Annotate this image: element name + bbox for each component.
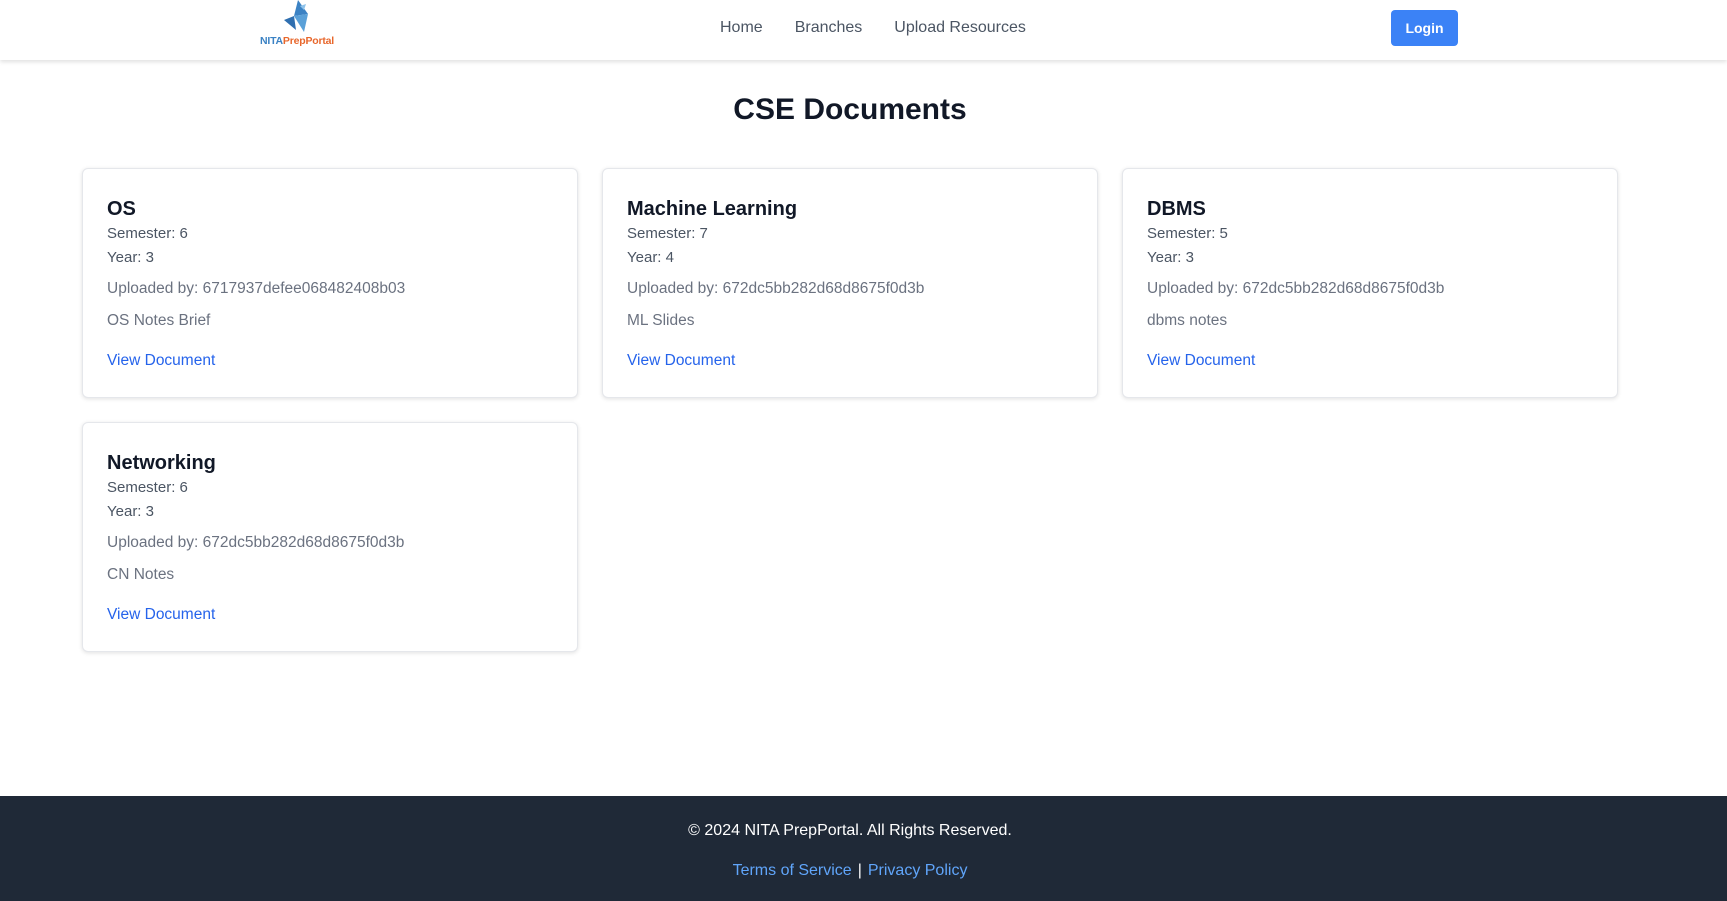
document-description: dbms notes xyxy=(1147,312,1228,329)
document-year: Year: 3 xyxy=(107,249,154,266)
terms-of-service-link[interactable]: Terms of Service xyxy=(733,862,852,879)
footer-link-separator: | xyxy=(857,862,862,879)
nav-upload-resources-link[interactable]: Upload Resources xyxy=(894,19,1026,37)
document-description: ML Slides xyxy=(627,312,695,329)
document-title: OS xyxy=(107,198,136,220)
documents-grid: OS Semester: 6 Year: 3 Uploaded by: 6717… xyxy=(82,168,1622,652)
document-year: Year: 3 xyxy=(1147,249,1194,266)
document-semester: Semester: 6 xyxy=(107,225,188,242)
document-semester: Semester: 6 xyxy=(107,479,188,496)
document-title: DBMS xyxy=(1147,198,1206,220)
document-description: CN Notes xyxy=(107,566,175,583)
page-title: CSE Documents xyxy=(733,93,967,126)
document-uploader: Uploaded by: 672dc5bb282d68d8675f0d3b xyxy=(107,534,405,551)
nav-home-link[interactable]: Home xyxy=(720,19,763,37)
login-button[interactable]: Login xyxy=(1391,10,1458,46)
copyright-text: © 2024 NITA PrepPortal. All Rights Reser… xyxy=(688,822,1012,839)
document-uploader: Uploaded by: 672dc5bb282d68d8675f0d3b xyxy=(627,280,925,297)
document-year: Year: 4 xyxy=(627,249,674,266)
view-document-link[interactable]: View Document xyxy=(107,349,215,373)
view-document-link[interactable]: View Document xyxy=(627,349,735,373)
document-year: Year: 3 xyxy=(107,503,154,520)
page-footer: © 2024 NITA PrepPortal. All Rights Reser… xyxy=(0,796,1727,901)
logo-text: NITAPrepPortal xyxy=(260,35,335,47)
document-card-dbms: DBMS Semester: 5 Year: 3 Uploaded by: 67… xyxy=(1122,168,1618,398)
document-description: OS Notes Brief xyxy=(107,312,211,329)
view-document-link[interactable]: View Document xyxy=(107,603,215,627)
document-card-machine-learning: Machine Learning Semester: 7 Year: 4 Upl… xyxy=(602,168,1098,398)
document-uploader: Uploaded by: 6717937defee068482408b03 xyxy=(107,280,406,297)
main-nav: Home Branches Upload Resources xyxy=(720,19,1026,37)
document-semester: Semester: 7 xyxy=(627,225,708,242)
top-navbar: NITAPrepPortal Home Branches Upload Reso… xyxy=(0,0,1727,60)
nav-branches-link[interactable]: Branches xyxy=(795,19,863,37)
footer-links: Terms of Service | Privacy Policy xyxy=(0,862,1700,880)
view-document-link[interactable]: View Document xyxy=(1147,349,1255,373)
document-semester: Semester: 5 xyxy=(1147,225,1228,242)
nita-prepportal-logo-icon xyxy=(284,0,308,32)
document-card-networking: Networking Semester: 6 Year: 3 Uploaded … xyxy=(82,422,578,652)
document-card-os: OS Semester: 6 Year: 3 Uploaded by: 6717… xyxy=(82,168,578,398)
document-title: Machine Learning xyxy=(627,198,798,220)
document-title: Networking xyxy=(107,452,216,474)
privacy-policy-link[interactable]: Privacy Policy xyxy=(868,862,968,879)
document-uploader: Uploaded by: 672dc5bb282d68d8675f0d3b xyxy=(1147,280,1445,297)
site-logo[interactable]: NITAPrepPortal xyxy=(258,0,338,50)
